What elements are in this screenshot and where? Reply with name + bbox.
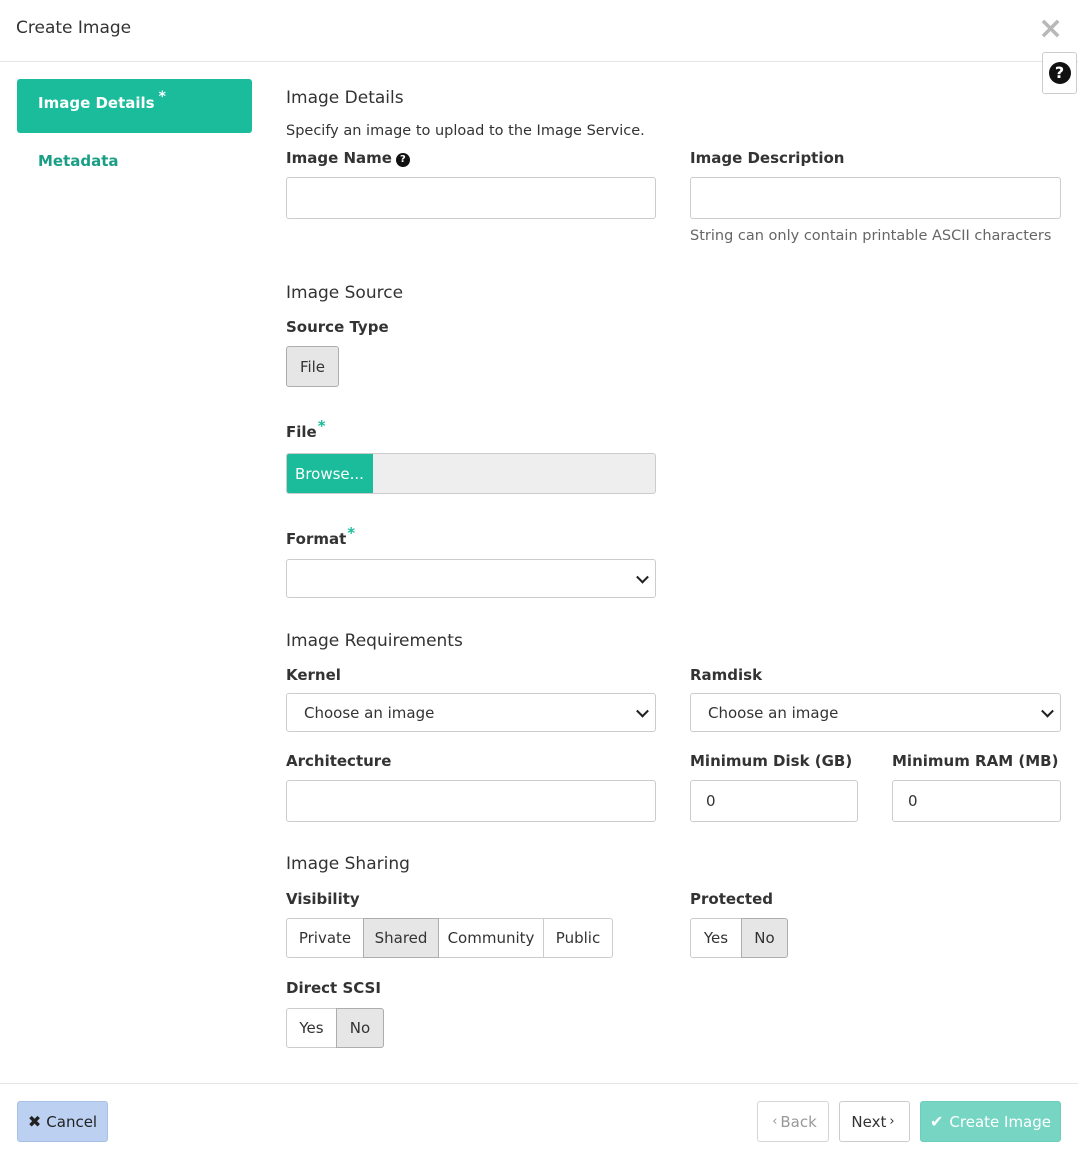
details-help-text: Specify an image to upload to the Image … [286,123,645,139]
visibility-button-group: Private Shared Community Public [286,918,613,958]
image-name-input[interactable] [286,177,656,219]
direct-scsi-button-group: Yes No [286,1008,384,1048]
image-name-label: Image Name? [286,149,410,167]
create-image-button[interactable]: ✔ Create Image [920,1101,1061,1142]
visibility-private-button[interactable]: Private [286,918,364,958]
nav-item-metadata[interactable]: Metadata [38,152,119,170]
protected-label: Protected [690,890,774,908]
cancel-button[interactable]: ✖ Cancel [17,1101,108,1142]
help-button[interactable]: ? [1042,52,1077,94]
file-label: File* [286,417,326,441]
back-button[interactable]: ‹ Back [757,1101,829,1142]
nav-item-label: Image Details [38,94,155,112]
chevron-down-icon [636,570,649,584]
ramdisk-label: Ramdisk [690,666,763,684]
section-title-image-requirements: Image Requirements [286,631,463,651]
ramdisk-select-value: Choose an image [708,703,839,722]
browse-button[interactable]: Browse... [287,454,373,493]
modal-header: Create Image × [0,0,1078,62]
image-description-input[interactable] [690,177,1061,219]
kernel-select[interactable]: Choose an image [286,693,656,732]
modal-title: Create Image [16,18,132,38]
protected-yes-button[interactable]: Yes [690,918,742,958]
direct-scsi-no-button[interactable]: No [336,1008,384,1048]
min-ram-label: Minimum RAM (MB) [892,752,1059,770]
kernel-select-value: Choose an image [304,703,435,722]
format-label: Format* [286,524,355,548]
nav-item-image-details[interactable]: Image Details * [17,79,252,133]
check-icon: ✔ [930,1112,944,1131]
source-type-label: Source Type [286,318,389,336]
required-marker: * [317,417,326,435]
close-icon: ✖ [27,1112,42,1131]
section-title-image-source: Image Source [286,283,404,303]
question-circle-icon[interactable]: ? [395,153,410,167]
file-label-text: File [286,423,317,441]
image-description-hint: String can only contain printable ASCII … [690,228,1052,244]
cancel-label: Cancel [46,1112,98,1131]
min-disk-label: Minimum Disk (GB) [690,752,853,770]
kernel-label: Kernel [286,666,341,684]
format-select[interactable] [286,559,656,598]
next-button[interactable]: Next › [839,1101,910,1142]
back-label: Back [780,1112,817,1131]
direct-scsi-yes-button[interactable]: Yes [286,1008,337,1048]
direct-scsi-label: Direct SCSI [286,979,381,997]
chevron-left-icon: ‹ [772,1114,778,1129]
question-circle-icon: ? [1048,62,1071,84]
min-ram-input[interactable]: 0 [892,780,1061,822]
chevron-down-icon [1041,704,1054,718]
protected-button-group: Yes No [690,918,788,958]
file-input[interactable]: Browse... [286,453,656,494]
footer-divider [0,1083,1078,1084]
visibility-shared-button[interactable]: Shared [363,918,439,958]
format-label-text: Format [286,530,347,548]
visibility-community-button[interactable]: Community [438,918,544,958]
architecture-label: Architecture [286,752,392,770]
ramdisk-select[interactable]: Choose an image [690,693,1061,732]
required-marker: * [347,524,356,542]
min-disk-input[interactable]: 0 [690,780,858,822]
image-name-label-text: Image Name [286,149,392,167]
source-type-file-button[interactable]: File [286,346,339,387]
section-title-image-details: Image Details [286,88,404,108]
visibility-public-button[interactable]: Public [543,918,613,958]
required-marker: * [158,89,166,105]
protected-no-button[interactable]: No [741,918,788,958]
chevron-right-icon: › [889,1114,895,1129]
section-title-image-sharing: Image Sharing [286,854,410,874]
create-image-label: Create Image [949,1112,1051,1131]
chevron-down-icon [636,704,649,718]
close-icon[interactable]: × [1038,14,1063,44]
image-description-label: Image Description [690,149,845,167]
visibility-label: Visibility [286,890,360,908]
next-label: Next [851,1112,887,1131]
architecture-input[interactable] [286,780,656,822]
